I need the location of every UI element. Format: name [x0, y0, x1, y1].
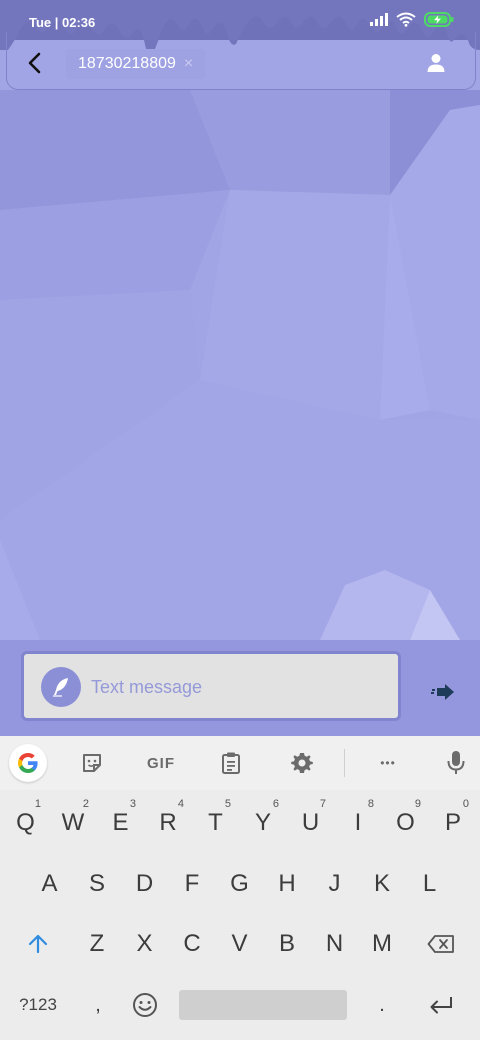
key-hint: 9 [414, 798, 421, 810]
compose-field[interactable] [21, 651, 401, 721]
key-label: I [354, 809, 362, 836]
key-g[interactable]: G [216, 854, 263, 914]
key-i[interactable]: I8 [334, 792, 382, 854]
key-label: W [61, 809, 85, 836]
key-k[interactable]: K [358, 854, 406, 914]
sticker-icon [83, 754, 101, 772]
compose-bar [0, 640, 480, 736]
key-v[interactable]: V [216, 914, 263, 974]
google-icon [18, 753, 38, 773]
key-hint: 5 [224, 798, 231, 810]
gear-icon [291, 753, 313, 773]
key-j[interactable]: J [311, 854, 358, 914]
clipboard-icon [222, 752, 240, 774]
key-label: R [159, 809, 177, 836]
voice-input-button[interactable] [442, 746, 470, 780]
emoji-key[interactable] [124, 974, 166, 1036]
signature-button[interactable] [41, 667, 81, 707]
backspace-icon [427, 935, 454, 953]
key-hint: 6 [272, 798, 279, 810]
key-hint: 8 [367, 798, 374, 810]
clipboard-button[interactable] [215, 746, 247, 780]
more-button[interactable]: ••• [372, 746, 404, 780]
key-f[interactable]: F [168, 854, 216, 914]
person-icon [427, 54, 445, 72]
key-b[interactable]: B [263, 914, 311, 974]
key-p[interactable]: P0 [429, 792, 477, 854]
microphone-icon [447, 751, 465, 774]
key-label: T [208, 809, 223, 836]
enter-key[interactable] [416, 974, 466, 1036]
key-a[interactable]: A [26, 854, 73, 914]
key-label: P [444, 809, 461, 836]
key-hint: 0 [462, 798, 469, 810]
symbols-key[interactable]: ?123 [8, 974, 68, 1036]
key-d[interactable]: D [121, 854, 168, 914]
enter-icon [430, 997, 452, 1014]
key-o[interactable]: O9 [382, 792, 429, 854]
google-button[interactable] [9, 744, 47, 782]
key-h[interactable]: H [263, 854, 311, 914]
key-w[interactable]: W2 [49, 792, 97, 854]
key-hint: 7 [319, 798, 326, 810]
back-button[interactable] [21, 50, 47, 76]
key-u[interactable]: U7 [287, 792, 334, 854]
signal-icon [370, 13, 388, 26]
key-m[interactable]: M [358, 914, 406, 974]
wifi-icon [396, 12, 416, 27]
keyboard-toolbar: GIF ••• [0, 736, 480, 790]
key-hint: 4 [177, 798, 184, 810]
key-label: Y [254, 809, 271, 836]
key-label: O [396, 809, 415, 836]
status-icons [370, 12, 454, 27]
conversation-header: 18730218809 × [6, 32, 476, 90]
key-label: U [301, 809, 320, 836]
quill-icon [53, 678, 68, 697]
toolbar-divider [344, 749, 345, 777]
battery-charging-icon [424, 12, 454, 27]
send-icon [431, 684, 454, 700]
message-input[interactable] [91, 677, 381, 698]
settings-button[interactable] [286, 746, 318, 780]
gif-label: GIF [147, 754, 175, 772]
key-hint: 1 [34, 798, 41, 810]
remove-recipient-icon[interactable]: × [184, 55, 193, 73]
space-key[interactable] [179, 990, 347, 1020]
key-e[interactable]: E3 [97, 792, 144, 854]
contact-button[interactable] [424, 51, 448, 75]
key-q[interactable]: Q1 [2, 792, 49, 854]
key-y[interactable]: Y6 [239, 792, 287, 854]
background-art [0, 0, 480, 640]
key-z[interactable]: Z [73, 914, 121, 974]
sticker-button[interactable] [76, 746, 108, 780]
key-n[interactable]: N [311, 914, 358, 974]
comma-key[interactable]: , [76, 974, 120, 1036]
conversation-background [0, 0, 480, 640]
recipient-chip[interactable]: 18730218809 × [66, 49, 206, 79]
key-s[interactable]: S [73, 854, 121, 914]
emoji-icon [133, 993, 157, 1017]
key-label: E [112, 809, 129, 836]
key-c[interactable]: C [168, 914, 216, 974]
send-button[interactable] [428, 680, 458, 704]
status-time: Tue | 02:36 [29, 15, 96, 30]
key-label: Q [16, 809, 35, 836]
key-l[interactable]: L [406, 854, 453, 914]
key-r[interactable]: R4 [144, 792, 192, 854]
gif-button[interactable]: GIF [140, 746, 182, 780]
keyboard: GIF ••• Q1 W 2 E 3 R 4 T 5 Y 6 U 7 I 8 O… [0, 736, 480, 1040]
key-hint: 2 [82, 798, 89, 810]
back-arrow-icon [28, 52, 41, 74]
period-key[interactable]: . [360, 974, 404, 1036]
shift-key[interactable] [14, 914, 62, 974]
shift-arrow-icon [28, 934, 48, 954]
key-t[interactable]: T5 [192, 792, 239, 854]
backspace-key[interactable] [416, 914, 466, 974]
recipient-number: 18730218809 [78, 55, 176, 72]
key-x[interactable]: X [121, 914, 168, 974]
key-hint: 3 [129, 798, 136, 810]
